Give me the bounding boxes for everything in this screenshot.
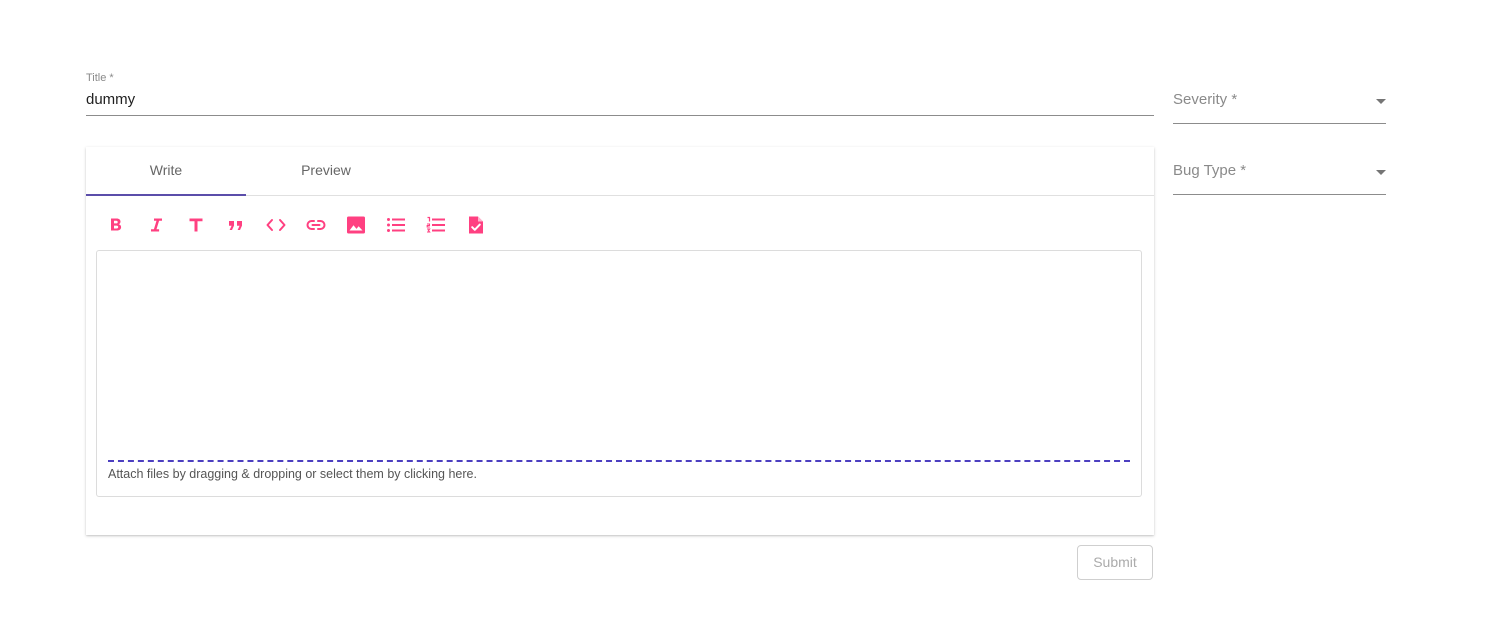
- editor-textarea-container: Attach files by dragging & dropping or s…: [96, 250, 1142, 497]
- bug-type-label: Bug Type *: [1173, 162, 1247, 179]
- link-button[interactable]: [296, 209, 336, 241]
- ordered-list-icon: [426, 216, 445, 233]
- editor-toolbar: [96, 209, 496, 241]
- bug-type-select[interactable]: Bug Type *: [1173, 156, 1386, 195]
- quote-button[interactable]: [216, 209, 256, 241]
- attach-files-hint[interactable]: Attach files by dragging & dropping or s…: [108, 467, 477, 481]
- severity-select[interactable]: Severity *: [1173, 85, 1386, 124]
- heading-icon: [189, 218, 203, 232]
- editor-tabs: Write Preview: [86, 147, 1154, 196]
- quote-icon: [229, 221, 242, 230]
- code-button[interactable]: [256, 209, 296, 241]
- markdown-editor: Write Preview Attach files by dragging &…: [86, 147, 1154, 535]
- submit-button[interactable]: Submit: [1077, 545, 1153, 580]
- italic-button[interactable]: [136, 209, 176, 241]
- link-icon: [306, 220, 326, 230]
- active-tab-indicator: [86, 194, 246, 196]
- title-input[interactable]: [86, 86, 1154, 116]
- drop-zone-divider: [108, 460, 1130, 462]
- image-button[interactable]: [336, 209, 376, 241]
- unordered-list-icon: [387, 218, 405, 232]
- severity-label: Severity *: [1173, 91, 1238, 108]
- ordered-list-button[interactable]: [416, 209, 456, 241]
- bold-icon: [111, 218, 122, 231]
- caret-down-icon: [1376, 170, 1386, 175]
- code-icon: [266, 219, 286, 231]
- tab-preview[interactable]: Preview: [246, 147, 406, 194]
- image-icon: [347, 216, 365, 234]
- unordered-list-button[interactable]: [376, 209, 416, 241]
- title-field: Title *: [86, 70, 1154, 116]
- checked-list-button[interactable]: [456, 209, 496, 241]
- description-textarea[interactable]: [97, 251, 1141, 456]
- tab-write[interactable]: Write: [86, 147, 246, 194]
- checked-list-icon: [469, 216, 483, 234]
- caret-down-icon: [1376, 99, 1386, 104]
- title-label: Title *: [86, 72, 114, 84]
- heading-button[interactable]: [176, 209, 216, 241]
- bug-report-form: Title * Severity * Bug Type * Write Prev…: [0, 0, 1506, 637]
- italic-icon: [151, 218, 162, 232]
- bold-button[interactable]: [96, 209, 136, 241]
